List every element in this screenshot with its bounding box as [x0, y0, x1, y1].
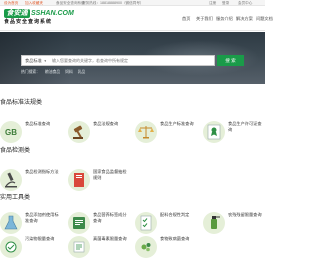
nav-item-services[interactable]: 服务介绍: [216, 15, 233, 23]
section-title-standards: 食品标准法规类: [0, 100, 43, 106]
top-slogan: 食品安全查询系统: [56, 1, 85, 5]
site-header: 食安通 SSHAN.COM 食品安全查询系统 首页 关于我们 服务介绍 解决方案…: [0, 7, 273, 31]
gb-icon: GB: [0, 121, 22, 143]
search-type-label: 食品标准: [25, 58, 42, 63]
card-pollutant-limit[interactable]: 污染物限量查询: [0, 236, 64, 258]
section-title-tools: 实用工具类: [0, 195, 31, 201]
card-label: 食品检测指标方法: [25, 169, 59, 174]
card-inspection-rules[interactable]: 国家食品监督抽检规则: [68, 169, 132, 191]
card-label: 食品标准查询: [25, 121, 51, 126]
card-mycotoxin-limit[interactable]: 真菌毒素限量查询: [68, 236, 132, 258]
login-link[interactable]: 登录: [222, 0, 229, 6]
microscope-icon: [0, 169, 22, 191]
card-food-regulation[interactable]: 食品法规查询: [68, 121, 132, 143]
top-bar: 设为首页 加入收藏夹 食品安全查询系统 服务热线：18818888900（微信同…: [0, 0, 265, 6]
search-type-select[interactable]: 食品标准 ▼: [25, 56, 47, 66]
logo-domain: SSHAN.COM: [31, 10, 74, 17]
card-pathogen[interactable]: 食物致病菌查询: [135, 236, 199, 258]
svg-text:GB: GB: [5, 128, 17, 137]
gavel-icon: [68, 121, 90, 143]
pollutant-icon: [0, 236, 22, 258]
card-production-license[interactable]: 食品生产许可证查询: [203, 121, 265, 143]
card-label: 农残残留限量查询: [228, 212, 262, 217]
card-food-standard[interactable]: GB 食品标准查询: [0, 121, 64, 143]
hot-search-prefix: 热门搜索：: [21, 70, 40, 74]
card-ingredient-compliance[interactable]: 配料合规性判定: [135, 212, 199, 234]
chevron-down-icon: ▼: [43, 59, 47, 63]
card-label: 国家食品监督抽检规则: [93, 169, 127, 180]
service-hotline: 服务热线：18818888900（微信同号）: [82, 1, 144, 5]
card-pesticide-residue[interactable]: 农残残留限量查询: [203, 212, 265, 234]
search-input[interactable]: [52, 57, 212, 64]
search-box: 食品标准 ▼: [21, 55, 215, 66]
card-production-standard[interactable]: 食品生产标准查询: [135, 121, 199, 143]
certificate-icon: [203, 121, 225, 143]
register-link[interactable]: 注册: [209, 0, 216, 6]
card-additive-standard[interactable]: 食品添加剂使用标准查询: [0, 212, 64, 234]
fungus-icon: [68, 236, 90, 258]
search-banner: 食品标准▼ 搜 索 热门搜索： 粮油食品 饲料 乳品: [0, 32, 265, 84]
section-title-testing: 食品检测类: [0, 148, 31, 154]
checklist-icon: [135, 212, 157, 234]
hot-search-item[interactable]: 粮油食品: [45, 70, 60, 74]
search-button[interactable]: 搜 索: [217, 55, 244, 66]
nav-item-solutions[interactable]: 解决方案: [236, 15, 253, 23]
nav-item-home[interactable]: 首页: [182, 15, 190, 23]
hot-search-item[interactable]: 饲料: [65, 70, 73, 74]
hot-search-item[interactable]: 乳品: [78, 70, 86, 74]
bacteria-icon: [135, 236, 157, 258]
pesticide-icon: [203, 212, 225, 234]
set-homepage-link[interactable]: 设为首页: [4, 0, 18, 6]
add-favorite-link[interactable]: 加入收藏夹: [25, 0, 43, 6]
notebook-icon: [68, 169, 90, 191]
logo[interactable]: 食安通: [4, 9, 30, 18]
card-label: 食品生产标准查询: [160, 121, 194, 126]
card-label: 食品法规查询: [93, 121, 119, 126]
card-label: 真菌毒素限量查询: [93, 236, 127, 241]
card-label: 食品生产许可证查询: [228, 121, 262, 132]
card-test-methods[interactable]: 食品检测指标方法: [0, 169, 64, 191]
scale-icon: [135, 121, 157, 143]
card-label: 食品添加剂使用标准查询: [25, 212, 59, 223]
member-center-link[interactable]: 会员中心: [238, 0, 252, 6]
nav-item-docs[interactable]: 问题文档: [256, 15, 273, 23]
card-label: 污染物限量查询: [25, 236, 55, 241]
logo-subtitle: 食品安全查询系统: [4, 19, 53, 25]
label-icon: [68, 212, 90, 234]
nav-item-about[interactable]: 关于我们: [196, 15, 213, 23]
hot-searches: 热门搜索： 粮油食品 饲料 乳品: [21, 69, 90, 75]
card-label: 食物致病菌查询: [160, 236, 190, 241]
card-label: 配料合规性判定: [160, 212, 190, 217]
card-label: 食品营养标签成分查询: [93, 212, 127, 223]
card-nutrition-label[interactable]: 食品营养标签成分查询: [68, 212, 132, 234]
flask-icon: [0, 212, 22, 234]
